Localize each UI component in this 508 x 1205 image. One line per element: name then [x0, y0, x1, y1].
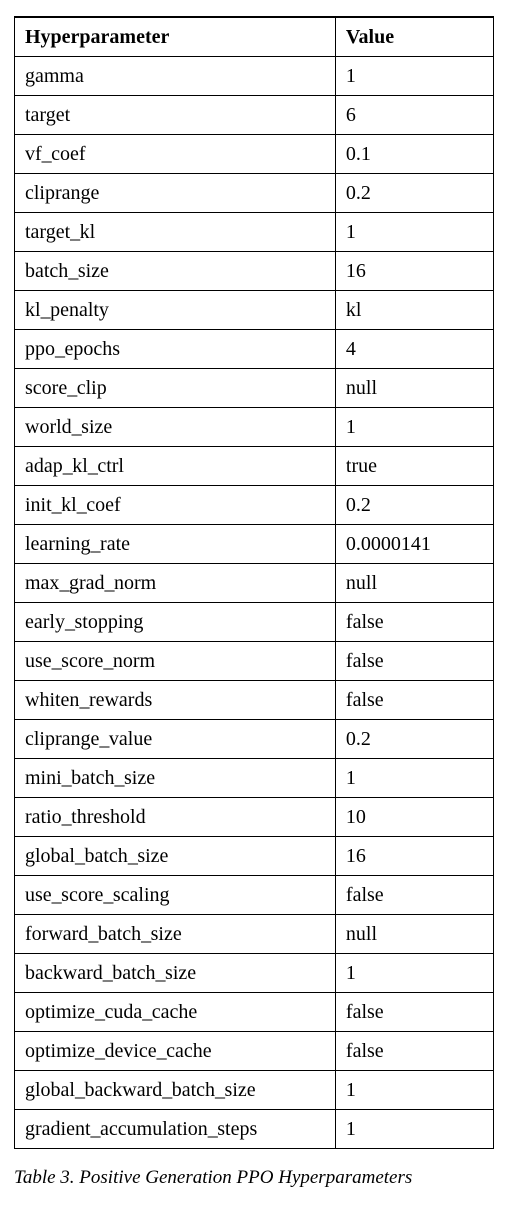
- param-cell: mini_batch_size: [15, 759, 336, 798]
- caption-prefix: Table 3.: [14, 1167, 75, 1188]
- col-header-value: Value: [335, 17, 493, 57]
- table-row: use_score_normfalse: [15, 642, 494, 681]
- value-cell: 0.0000141: [335, 525, 493, 564]
- table-row: vf_coef0.1: [15, 135, 494, 174]
- value-cell: 1: [335, 213, 493, 252]
- param-cell: optimize_cuda_cache: [15, 993, 336, 1032]
- value-cell: 16: [335, 837, 493, 876]
- param-cell: global_backward_batch_size: [15, 1071, 336, 1110]
- table-row: adap_kl_ctrltrue: [15, 447, 494, 486]
- param-cell: world_size: [15, 408, 336, 447]
- table-row: target6: [15, 96, 494, 135]
- value-cell: 4: [335, 330, 493, 369]
- table-row: mini_batch_size1: [15, 759, 494, 798]
- table-row: ratio_threshold10: [15, 798, 494, 837]
- param-cell: cliprange: [15, 174, 336, 213]
- value-cell: 0.1: [335, 135, 493, 174]
- table-row: optimize_cuda_cachefalse: [15, 993, 494, 1032]
- table-caption: Table 3. Positive Generation PPO Hyperpa…: [14, 1167, 494, 1189]
- value-cell: null: [335, 564, 493, 603]
- param-cell: use_score_norm: [15, 642, 336, 681]
- param-cell: ppo_epochs: [15, 330, 336, 369]
- table-row: world_size1: [15, 408, 494, 447]
- param-cell: max_grad_norm: [15, 564, 336, 603]
- value-cell: 1: [335, 759, 493, 798]
- table-row: global_backward_batch_size1: [15, 1071, 494, 1110]
- table-row: optimize_device_cachefalse: [15, 1032, 494, 1071]
- param-cell: init_kl_coef: [15, 486, 336, 525]
- table-row: learning_rate0.0000141: [15, 525, 494, 564]
- table-row: cliprange0.2: [15, 174, 494, 213]
- param-cell: kl_penalty: [15, 291, 336, 330]
- table-row: ppo_epochs4: [15, 330, 494, 369]
- param-cell: learning_rate: [15, 525, 336, 564]
- param-cell: score_clip: [15, 369, 336, 408]
- caption-text: Positive Generation PPO Hyperparameters: [75, 1167, 413, 1188]
- param-cell: gradient_accumulation_steps: [15, 1110, 336, 1149]
- value-cell: null: [335, 915, 493, 954]
- value-cell: 1: [335, 57, 493, 96]
- value-cell: kl: [335, 291, 493, 330]
- table-row: cliprange_value0.2: [15, 720, 494, 759]
- value-cell: 1: [335, 954, 493, 993]
- param-cell: use_score_scaling: [15, 876, 336, 915]
- param-cell: target: [15, 96, 336, 135]
- value-cell: 1: [335, 1071, 493, 1110]
- table-row: score_clipnull: [15, 369, 494, 408]
- hyperparameter-table: Hyperparameter Value gamma1target6vf_coe…: [14, 16, 494, 1149]
- value-cell: false: [335, 681, 493, 720]
- col-header-hyperparameter: Hyperparameter: [15, 17, 336, 57]
- table-row: batch_size16: [15, 252, 494, 291]
- table-row: early_stoppingfalse: [15, 603, 494, 642]
- table-row: max_grad_normnull: [15, 564, 494, 603]
- value-cell: null: [335, 369, 493, 408]
- value-cell: 16: [335, 252, 493, 291]
- value-cell: false: [335, 876, 493, 915]
- value-cell: false: [335, 993, 493, 1032]
- value-cell: false: [335, 642, 493, 681]
- param-cell: target_kl: [15, 213, 336, 252]
- table-row: global_batch_size16: [15, 837, 494, 876]
- param-cell: forward_batch_size: [15, 915, 336, 954]
- table-row: forward_batch_sizenull: [15, 915, 494, 954]
- table-row: whiten_rewardsfalse: [15, 681, 494, 720]
- value-cell: 1: [335, 408, 493, 447]
- param-cell: whiten_rewards: [15, 681, 336, 720]
- param-cell: global_batch_size: [15, 837, 336, 876]
- param-cell: optimize_device_cache: [15, 1032, 336, 1071]
- value-cell: false: [335, 603, 493, 642]
- table-row: target_kl1: [15, 213, 494, 252]
- table-row: gamma1: [15, 57, 494, 96]
- value-cell: 0.2: [335, 486, 493, 525]
- table-row: use_score_scalingfalse: [15, 876, 494, 915]
- param-cell: batch_size: [15, 252, 336, 291]
- table-header-row: Hyperparameter Value: [15, 17, 494, 57]
- param-cell: early_stopping: [15, 603, 336, 642]
- param-cell: gamma: [15, 57, 336, 96]
- table-row: gradient_accumulation_steps1: [15, 1110, 494, 1149]
- value-cell: 0.2: [335, 174, 493, 213]
- value-cell: 6: [335, 96, 493, 135]
- value-cell: 10: [335, 798, 493, 837]
- value-cell: 1: [335, 1110, 493, 1149]
- value-cell: false: [335, 1032, 493, 1071]
- table-row: init_kl_coef0.2: [15, 486, 494, 525]
- param-cell: backward_batch_size: [15, 954, 336, 993]
- param-cell: adap_kl_ctrl: [15, 447, 336, 486]
- table-row: backward_batch_size1: [15, 954, 494, 993]
- param-cell: vf_coef: [15, 135, 336, 174]
- param-cell: cliprange_value: [15, 720, 336, 759]
- value-cell: true: [335, 447, 493, 486]
- value-cell: 0.2: [335, 720, 493, 759]
- param-cell: ratio_threshold: [15, 798, 336, 837]
- table-row: kl_penaltykl: [15, 291, 494, 330]
